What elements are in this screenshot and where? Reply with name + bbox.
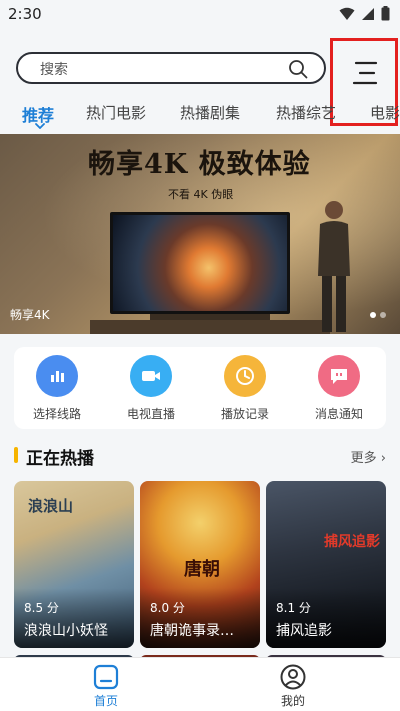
battery-icon [381,6,390,21]
banner-tv-image [110,212,290,314]
nav-label: 首页 [93,694,118,708]
quick-action-history[interactable]: 播放记录 [210,355,280,422]
section-accent-bar [14,447,18,463]
quick-action-label: 选择线路 [32,407,81,421]
status-time: 2:30 [8,5,42,23]
banner-subline: 不看 4K 伪眼 [168,188,234,201]
wifi-icon [339,7,355,20]
card-poster-lettering: 捕风追影 [324,534,380,550]
more-link[interactable]: 更多 › [351,447,386,466]
search-icon[interactable] [288,59,308,79]
quick-action-live-tv[interactable]: 电视直播 [116,355,186,422]
quick-action-route[interactable]: 选择线路 [22,355,92,422]
banner-pagination [370,312,386,318]
quick-action-label: 播放记录 [220,407,269,421]
card-title: 捕风追影 [276,623,332,639]
card-score: 8.0 分 [150,601,185,615]
quick-actions: 选择线路 电视直播 播放记录 消息通知 [14,347,386,429]
pagination-dot[interactable] [370,312,376,318]
card-title: 浪浪山小妖怪 [24,623,108,639]
chevron-right-icon: › [380,451,386,466]
card-title: 唐朝诡事录… [150,623,234,639]
menu-icon[interactable] [350,58,380,88]
quick-action-messages[interactable]: 消息通知 [304,355,374,422]
bottom-navigation: 首页 我的 [0,657,400,711]
banner-headline: 畅享4K 极致体验 [88,149,311,180]
nav-home[interactable]: 首页 [76,664,136,709]
tab-hot-movies[interactable]: 热门电影 [86,102,146,123]
quick-action-label: 消息通知 [314,407,363,421]
search-input[interactable]: 搜索 [16,52,326,84]
more-label: 更多 [350,451,377,466]
history-icon[interactable] [224,355,266,397]
search-placeholder: 搜索 [40,62,68,78]
quick-action-label: 电视直播 [126,407,175,421]
video-card[interactable]: 唐朝 8.0 分 唐朝诡事录… [140,481,260,648]
tab-hot-variety[interactable]: 热播综艺 [276,102,336,123]
pagination-dot[interactable] [380,312,386,318]
status-icons [339,6,390,21]
signal-icon [362,7,374,20]
card-score: 8.1 分 [276,601,311,615]
card-poster-lettering: 浪浪山 [28,497,74,515]
banner-console [90,320,330,334]
top-bar: 搜索 [0,30,400,126]
video-card[interactable]: 浪浪山 8.5 分 浪浪山小妖怪 [14,481,134,648]
tab-hot-series[interactable]: 热播剧集 [180,102,240,123]
category-tabs: 推荐 热门电影 热播剧集 热播综艺 电影 [0,98,400,134]
card-score: 8.5 分 [24,601,59,615]
nav-label: 我的 [280,694,305,708]
section-title: 正在热播 [26,449,94,469]
message-icon[interactable] [318,355,360,397]
tab-movies[interactable]: 电影 [370,102,400,123]
home-icon[interactable] [93,664,119,690]
live-tv-icon[interactable] [130,355,172,397]
banner-person-image [318,201,350,332]
route-icon[interactable] [36,355,78,397]
nav-profile[interactable]: 我的 [263,664,323,709]
profile-icon[interactable] [280,664,306,690]
card-poster-lettering: 唐朝 [184,559,220,580]
banner-caption: 畅享4K [10,308,50,322]
tab-indicator-icon [35,123,45,129]
video-card[interactable]: 捕风追影 8.1 分 捕风追影 [266,481,386,648]
section-header: 正在热播 更多 › [14,444,386,469]
status-bar: 2:30 [0,0,400,30]
promo-banner[interactable]: 畅享4K 极致体验 不看 4K 伪眼 畅享4K [0,134,400,334]
